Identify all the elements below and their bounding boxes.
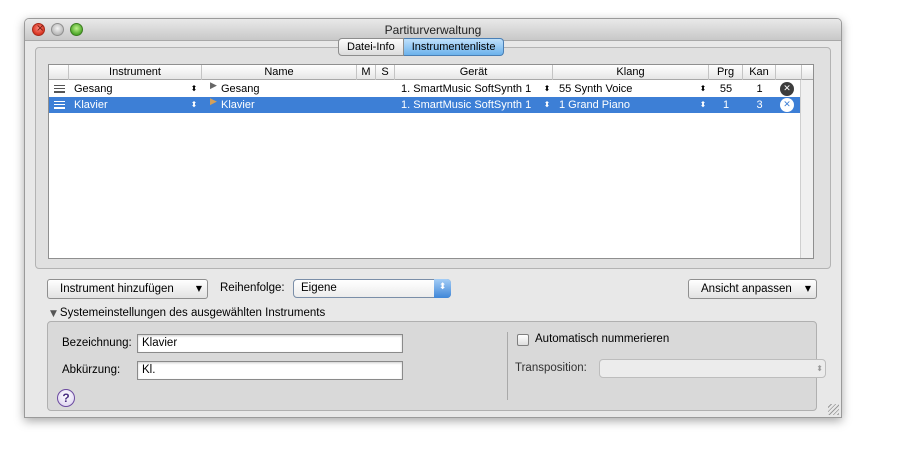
settings-disclosure[interactable]: ▼ Systemeinstellungen des ausgewählten In… xyxy=(50,307,325,319)
column-header-program[interactable]: Prg xyxy=(709,65,743,80)
table-scrollbar[interactable] xyxy=(800,80,813,258)
disclosure-triangle-icon[interactable]: ▼ xyxy=(50,309,57,319)
column-header-handle xyxy=(49,65,69,80)
auto-number-label[interactable]: Automatisch nummerieren xyxy=(535,333,669,345)
designation-label: Bezeichnung: xyxy=(62,337,132,349)
device-stepper-icon[interactable]: ⬍ xyxy=(543,97,551,113)
program-cell[interactable]: 1 xyxy=(709,97,743,113)
add-instrument-button[interactable]: Instrument hinzufügen ▼ xyxy=(47,279,208,299)
remove-instrument-icon[interactable]: ✕ xyxy=(780,82,794,96)
tab-bar: Datei-Info Instrumentenliste xyxy=(338,38,505,56)
column-header-channel[interactable]: Kan xyxy=(743,65,776,80)
settings-section-title: Systemeinstellungen des ausgewählten Ins… xyxy=(59,307,326,319)
device-stepper-icon[interactable]: ⬍ xyxy=(543,81,551,97)
remove-instrument-icon[interactable]: ✕ xyxy=(780,98,794,112)
column-header-device[interactable]: Gerät xyxy=(395,65,553,80)
sound-stepper-icon[interactable]: ⬍ xyxy=(699,81,707,97)
column-header-sound[interactable]: Klang xyxy=(553,65,709,80)
column-header-instrument[interactable]: Instrument xyxy=(69,65,202,80)
table-row[interactable]: Klavier ⬍ ▶ Klavier 1. SmartMusic SoftSy… xyxy=(49,97,802,113)
expand-triangle-icon[interactable]: ▶ xyxy=(210,81,217,91)
sound-cell: 1 Grand Piano xyxy=(559,99,630,111)
add-instrument-label: Instrument hinzufügen xyxy=(60,283,174,295)
device-cell: 1. SmartMusic SoftSynth 1 xyxy=(401,99,532,111)
settings-divider xyxy=(507,332,508,400)
help-button[interactable]: ? xyxy=(57,389,75,407)
drag-handle-icon[interactable] xyxy=(54,85,65,93)
channel-cell[interactable]: 1 xyxy=(743,81,776,97)
instrument-table: Instrument Name M S Gerät Klang Prg Kan … xyxy=(48,64,814,259)
column-header-mute[interactable]: M xyxy=(357,65,376,80)
dropdown-arrow-icon: ▼ xyxy=(804,284,811,293)
channel-cell[interactable]: 3 xyxy=(743,97,776,113)
score-manager-window: × Partiturverwaltung Datei-Info Instrume… xyxy=(24,18,842,418)
abbreviation-field[interactable]: Kl. xyxy=(137,361,403,380)
select-stepper-icon: ⬍ xyxy=(816,364,823,373)
column-header-solo[interactable]: S xyxy=(376,65,395,80)
device-cell: 1. SmartMusic SoftSynth 1 xyxy=(401,83,532,95)
instrument-stepper-icon[interactable]: ⬍ xyxy=(190,97,198,113)
order-label: Reihenfolge: xyxy=(220,282,285,294)
column-header-remove xyxy=(776,65,802,80)
transposition-label: Transposition: xyxy=(515,362,587,374)
name-cell[interactable]: Gesang xyxy=(221,81,351,97)
window-title: Partiturverwaltung xyxy=(384,23,482,37)
drag-handle-icon[interactable] xyxy=(54,101,65,109)
tab-file-info[interactable]: Datei-Info xyxy=(338,38,404,56)
tab-instrument-list[interactable]: Instrumentenliste xyxy=(403,38,505,56)
instrument-stepper-icon[interactable]: ⬍ xyxy=(190,81,198,97)
instrument-settings-panel: Bezeichnung: Klavier Abkürzung: Kl. Auto… xyxy=(47,321,826,411)
order-select[interactable]: Eigene ⬍ xyxy=(293,279,451,298)
name-cell[interactable]: Klavier xyxy=(221,97,351,113)
order-select-value: Eigene xyxy=(301,282,337,294)
expand-triangle-icon[interactable]: ▶ xyxy=(210,97,217,107)
adjust-view-label: Ansicht anpassen xyxy=(701,283,792,295)
auto-number-checkbox[interactable] xyxy=(517,334,529,346)
table-header: Instrument Name M S Gerät Klang Prg Kan xyxy=(49,65,813,80)
instrument-cell: Klavier xyxy=(74,99,108,111)
sound-cell: 55 Synth Voice xyxy=(559,83,633,95)
transposition-select: ⬍ xyxy=(599,359,826,378)
abbreviation-label: Abkürzung: xyxy=(62,364,121,376)
select-stepper-icon: ⬍ xyxy=(434,279,451,298)
designation-field[interactable]: Klavier xyxy=(137,334,403,353)
adjust-view-button[interactable]: Ansicht anpassen ▼ xyxy=(688,279,817,299)
dropdown-arrow-icon: ▼ xyxy=(195,284,202,293)
instrument-cell: Gesang xyxy=(74,83,113,95)
sound-stepper-icon[interactable]: ⬍ xyxy=(699,97,707,113)
resize-grip-icon[interactable] xyxy=(828,404,839,415)
table-row[interactable]: Gesang ⬍ ▶ Gesang 1. SmartMusic SoftSynt… xyxy=(49,81,802,97)
instrument-list-panel: Instrument Name M S Gerät Klang Prg Kan … xyxy=(35,47,831,269)
program-cell[interactable]: 55 xyxy=(709,81,743,97)
column-header-name[interactable]: Name xyxy=(202,65,357,80)
